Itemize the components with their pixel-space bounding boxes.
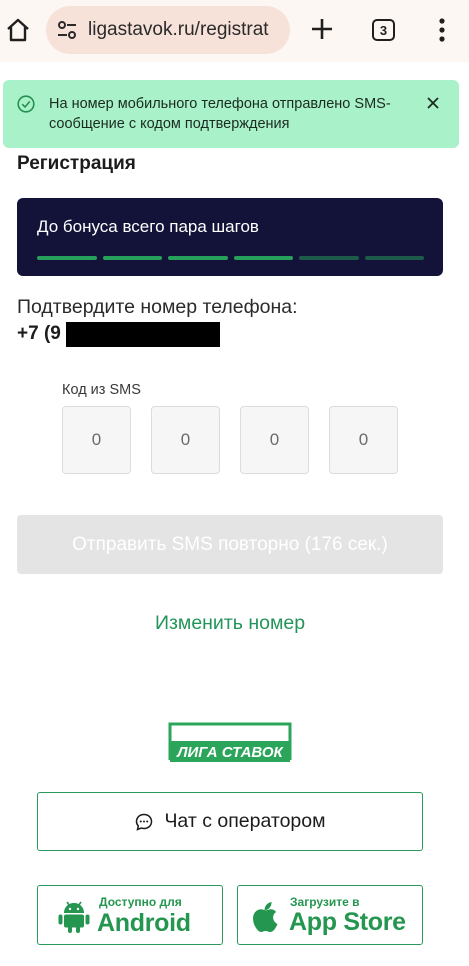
bonus-step-5	[299, 256, 359, 260]
bonus-step-6	[364, 256, 424, 260]
liga-stavok-logo: ЛИГА СТАВОК	[168, 722, 292, 762]
bonus-step-4	[233, 256, 293, 260]
svg-text:ЛИГА СТАВОК: ЛИГА СТАВОК	[176, 744, 284, 761]
phone-redaction	[66, 322, 220, 347]
resend-sms-button[interactable]: Отправить SMS повторно (176 сек.)	[17, 515, 443, 574]
browser-toolbar: ligastavok.ru/registrat 3	[0, 0, 469, 62]
close-icon[interactable]	[426, 96, 440, 110]
new-tab-icon[interactable]	[310, 17, 334, 41]
bonus-text: До бонуса всего пара шагов	[37, 217, 259, 236]
home-icon[interactable]	[5, 17, 31, 43]
app-store-button[interactable]: Загрузите в App Store	[237, 885, 423, 945]
change-number-link[interactable]: Изменить номер	[0, 612, 460, 635]
url-text: ligastavok.ru/registrat	[88, 19, 269, 40]
app-store-small-label: Загрузите в	[290, 895, 360, 909]
bonus-step-2	[102, 256, 162, 260]
sms-code-digit-4[interactable]: 0	[329, 406, 398, 474]
address-bar[interactable]: ligastavok.ru/registrat	[46, 6, 290, 54]
bonus-steps	[37, 256, 424, 260]
bonus-step-3	[168, 256, 228, 260]
tab-switcher-button[interactable]: 3	[372, 19, 395, 41]
android-icon	[58, 901, 90, 933]
apple-icon	[253, 902, 278, 932]
check-circle-icon	[17, 95, 35, 113]
sms-code-digit-3[interactable]: 0	[240, 406, 309, 474]
notification-text: На номер мобильного телефона отправлено …	[49, 96, 391, 132]
chat-bubble-icon	[136, 813, 153, 831]
bonus-step-1	[37, 256, 97, 260]
more-menu-icon[interactable]	[436, 17, 448, 43]
bonus-progress-card: До бонуса всего пара шагов	[17, 198, 443, 276]
app-store-big-label: App Store	[289, 908, 406, 936]
android-store-small-label: Доступно для	[99, 895, 182, 909]
sms-code-digit-2[interactable]: 0	[151, 406, 220, 474]
chat-operator-button[interactable]: Чат с оператором	[37, 792, 423, 851]
phone-number: +7 (9	[17, 323, 61, 344]
site-settings-icon[interactable]	[56, 19, 78, 41]
sms-code-digit-1[interactable]: 0	[62, 406, 131, 474]
sms-code-label: Код из SMS	[62, 382, 141, 398]
sms-sent-notification: На номер мобильного телефона отправлено …	[3, 80, 459, 148]
android-store-big-label: Android	[97, 909, 191, 937]
page-title: Регистрация	[17, 153, 136, 174]
chat-button-label: Чат с оператором	[164, 810, 326, 832]
android-store-button[interactable]: Доступно для Android	[37, 885, 223, 945]
confirm-phone-label: Подтвердите номер телефона:	[17, 296, 298, 318]
